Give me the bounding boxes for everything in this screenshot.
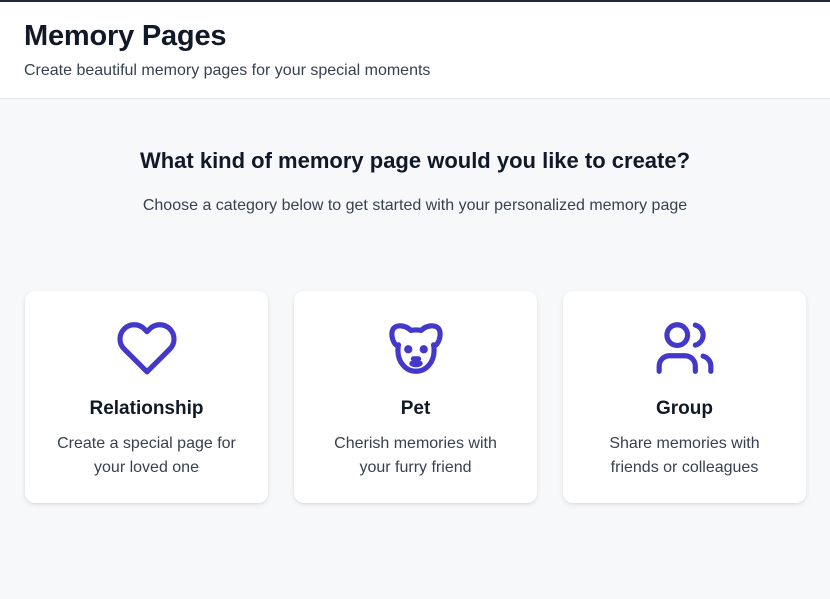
category-title: Group	[656, 398, 713, 419]
users-icon	[654, 317, 716, 379]
category-description: Cherish memories with your furry friend	[334, 435, 497, 476]
category-title: Relationship	[89, 398, 204, 419]
category-card-relationship[interactable]: Relationship Create a special page for y…	[25, 291, 268, 503]
category-card-pet[interactable]: Pet Cherish memories with your furry fri…	[294, 291, 537, 503]
app-title: Memory Pages	[24, 20, 227, 52]
page-question: What kind of memory page would you like …	[139, 148, 691, 173]
category-title: Pet	[400, 398, 431, 419]
page-helper-text: Choose a category below to get started w…	[142, 197, 688, 214]
app-header: Memory Pages Create beautiful memory pag…	[0, 2, 830, 99]
category-card-group[interactable]: Group Share memories with friends or col…	[563, 291, 806, 503]
category-description: Share memories with friends or colleague…	[609, 435, 760, 476]
dog-icon	[385, 317, 447, 379]
app-subtitle: Create beautiful memory pages for your s…	[24, 62, 431, 79]
category-description: Create a special page for your loved one	[57, 435, 236, 476]
heart-icon	[116, 317, 178, 379]
